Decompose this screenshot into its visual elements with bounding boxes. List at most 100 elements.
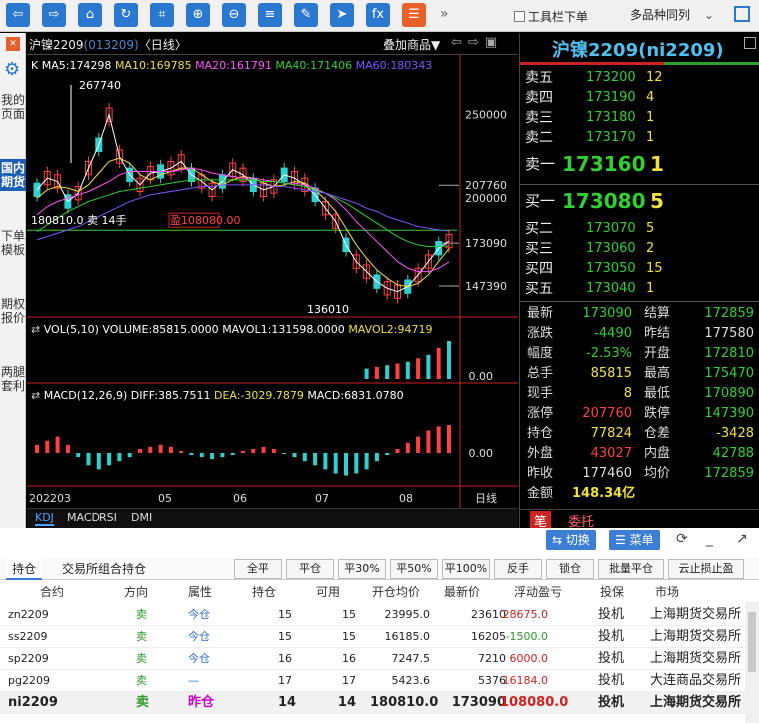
bid-row[interactable]: 买五 173040 1: [520, 279, 759, 299]
zoom-out-icon[interactable]: ⊖: [222, 3, 246, 27]
kline-chart-area[interactable]: 沪镍2209(013209)〈日线〉 叠加商品▼ ⇦⇨▣ K MA5:17429…: [27, 33, 518, 508]
ask-row[interactable]: 卖三 173180 1: [520, 108, 759, 128]
back-icon[interactable]: ⇦: [6, 3, 30, 27]
more-tools-icon[interactable]: »: [440, 6, 449, 22]
cell-avg: 180810.0: [370, 695, 439, 710]
table-row[interactable]: ss2209 卖 今仓 15 15 16185.0 16205 -1500.0 投机 上海期货交易…: [0, 626, 745, 648]
table-row[interactable]: zn2209 卖 今仓 15 15 23995.0 23610 28675.0 投机 上海期货交易…: [0, 604, 745, 626]
popout-icon[interactable]: ↗: [736, 531, 748, 547]
panel-button-8[interactable]: 云止损止盈: [668, 559, 744, 579]
panel-tab-1[interactable]: 交易所组合持仓: [56, 558, 152, 580]
column-header[interactable]: 市场: [655, 582, 679, 602]
column-header[interactable]: 投保: [600, 582, 624, 602]
cell-dir: 卖: [136, 674, 147, 687]
ask-row[interactable]: 卖二 173170 1: [520, 128, 759, 148]
gear-icon[interactable]: ⚙: [4, 59, 20, 80]
stat-value: 85815: [590, 366, 632, 381]
bid-volume: 15: [646, 261, 663, 276]
minimize-icon[interactable]: _: [706, 531, 713, 547]
ask-row[interactable]: 卖五 173200 12: [520, 68, 759, 88]
macd-bar: [65, 444, 70, 453]
stat-value: 172810: [704, 346, 754, 361]
indicator-icon[interactable]: ≡: [258, 3, 282, 27]
stat-label: 最低: [644, 386, 671, 401]
cell-hedge: 投机: [598, 607, 625, 622]
table-row[interactable]: pg2209 卖 — 17 17 5423.6 5376 16184.0 投机 大连商品交易所: [0, 670, 745, 692]
column-header[interactable]: 开仓均价: [372, 582, 420, 602]
zoom-in-icon[interactable]: ⊕: [186, 3, 210, 27]
stat-label: 最新: [527, 306, 554, 321]
checkbox-icon[interactable]: [514, 11, 525, 22]
ask1-row[interactable]: 卖一 173160 1: [520, 150, 759, 178]
multi-cycle-select[interactable]: 多品种同列 ⌄: [622, 5, 718, 26]
scrollbar-thumb[interactable]: [748, 612, 756, 672]
sidebar-item-4[interactable]: 两腿套利: [0, 363, 26, 395]
panel-button-3[interactable]: 平50%: [390, 559, 438, 579]
sidebar-item-0[interactable]: 我的页面: [0, 91, 26, 123]
macd-switch-icon[interactable]: ⇄: [31, 389, 40, 402]
indicator-tab-dmi[interactable]: DMI: [131, 511, 152, 524]
close-icon[interactable]: ✕: [6, 37, 20, 51]
table-row[interactable]: sp2209 卖 今仓 16 16 7247.5 7210 6000.0 投机 上海期货交易所: [0, 648, 745, 670]
column-header[interactable]: 最新价: [444, 582, 480, 602]
x-tick-label: 日线: [475, 491, 497, 505]
panel-button-1[interactable]: 平仓: [286, 559, 334, 579]
column-header[interactable]: 属性: [188, 582, 212, 602]
refresh-icon[interactable]: ⟳: [676, 531, 688, 547]
home-icon[interactable]: ⌂: [78, 3, 102, 27]
crop-icon[interactable]: ⌗: [150, 3, 174, 27]
panel-button-0[interactable]: 全平: [234, 559, 282, 579]
indicator-tab-rsi[interactable]: RSI: [99, 511, 117, 524]
column-header[interactable]: 可用: [316, 582, 340, 602]
panel-tab-0[interactable]: 持仓: [6, 558, 43, 580]
panel-button-5[interactable]: 反手: [494, 559, 542, 579]
panel-grid-icon[interactable]: [744, 37, 756, 49]
indicator-tab-kdj[interactable]: KDJ: [35, 511, 54, 526]
column-header[interactable]: 持仓: [252, 582, 276, 602]
ask-row[interactable]: 卖四 173190 4: [520, 88, 759, 108]
bid-price: 173070: [586, 221, 636, 236]
macd-bar: [230, 453, 235, 456]
bid-row[interactable]: 买二 173070 5: [520, 219, 759, 239]
vol-title: VOL(5,10): [43, 323, 99, 336]
bid1-row[interactable]: 买一 173080 5: [520, 187, 759, 215]
column-header[interactable]: 浮动盈亏: [514, 582, 562, 602]
column-header[interactable]: 方向: [124, 582, 148, 602]
vertical-scrollbar[interactable]: [745, 602, 759, 723]
stat-value: 173090: [582, 306, 632, 321]
ask-volume: 1: [646, 130, 655, 145]
indicator-tab-macd[interactable]: MACD: [67, 511, 100, 524]
formula-icon[interactable]: fx: [366, 3, 390, 27]
draw-icon[interactable]: ✎: [294, 3, 318, 27]
bid-row[interactable]: 买三 173060 2: [520, 239, 759, 259]
ma-line-ma60: [36, 184, 450, 241]
sidebar-item-2[interactable]: 下单模板: [0, 227, 26, 259]
cursor-icon[interactable]: ➤: [330, 3, 354, 27]
cell-last: 173090: [451, 695, 506, 710]
vol-switch-icon[interactable]: ⇄: [31, 323, 40, 336]
macd-bar: [395, 448, 400, 453]
column-header[interactable]: 合约: [40, 582, 64, 602]
bid-row[interactable]: 买四 173050 15: [520, 259, 759, 279]
panel-button-6[interactable]: 锁仓: [546, 559, 594, 579]
switch-button[interactable]: ⇆ 切换: [546, 530, 596, 550]
cell-pos: 15: [278, 630, 292, 643]
sidebar-item-1[interactable]: 国内期货: [0, 159, 26, 191]
stat-value: 170890: [704, 386, 754, 401]
layout-grid-icon[interactable]: [734, 6, 750, 22]
panel-button-7[interactable]: 批量平仓: [598, 559, 664, 579]
refresh-icon[interactable]: ↻: [114, 3, 138, 27]
ask-price: 173190: [586, 90, 636, 105]
cell-dir: 卖: [136, 608, 147, 621]
menu-button[interactable]: ☰ 菜单: [609, 530, 660, 550]
table-row[interactable]: ni2209 卖 昨仓 14 14 180810.0 173090 108080.0 投机 上海期…: [0, 692, 745, 714]
panel-button-4[interactable]: 平100%: [442, 559, 490, 579]
toolbar-order-toggle[interactable]: 工具栏下单: [514, 8, 588, 25]
cell-pos: 14: [278, 695, 297, 710]
panel-button-2[interactable]: 平30%: [338, 559, 386, 579]
sidebar-item-3[interactable]: 期权报价: [0, 295, 26, 327]
forward-icon[interactable]: ⇨: [42, 3, 66, 27]
macd-bar: [189, 453, 194, 456]
list-icon[interactable]: ☰: [402, 3, 426, 27]
macd-bar: [86, 453, 91, 466]
